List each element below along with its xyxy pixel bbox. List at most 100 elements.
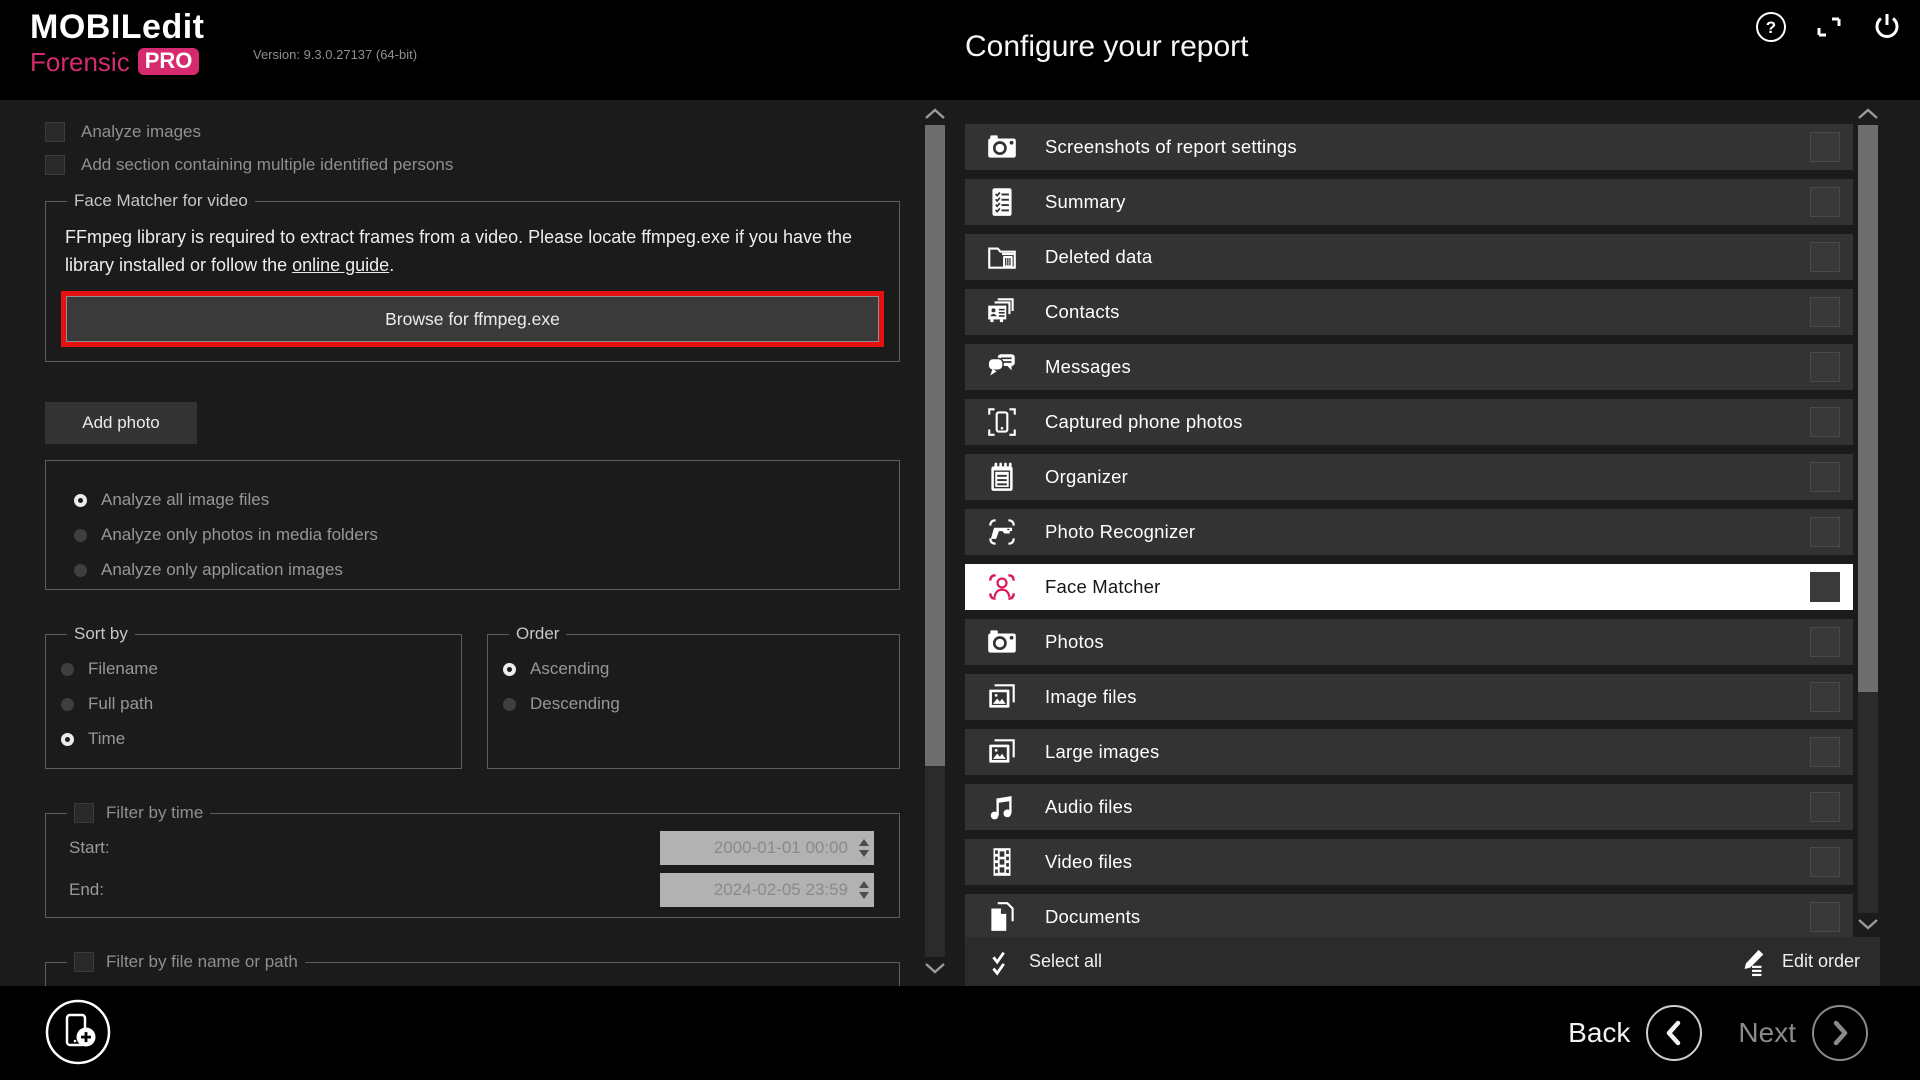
next-button[interactable]: Next <box>1738 1005 1868 1061</box>
help-icon[interactable]: ? <box>1754 10 1788 44</box>
section-checkbox[interactable] <box>1810 682 1840 712</box>
analyze-images-checkbox[interactable] <box>45 122 65 142</box>
section-label: Audio files <box>1045 796 1133 818</box>
mobiledit-window: MOBILedit Forensic PRO Version: 9.3.0.27… <box>0 0 1920 1080</box>
radio-descending[interactable]: Descending <box>503 694 884 714</box>
end-date-spinner[interactable] <box>857 873 871 907</box>
deleted-folder-icon <box>985 240 1019 274</box>
section-checkbox[interactable] <box>1810 737 1840 767</box>
logo-forensic: Forensic <box>30 49 130 75</box>
report-section-row-documents[interactable]: Documents <box>965 894 1853 938</box>
report-section-row-large-images[interactable]: Large images <box>965 729 1853 775</box>
picture-icon <box>985 680 1019 714</box>
report-section-row-photos[interactable]: Photos <box>965 619 1853 665</box>
left-panel: Analyze images Add section containing mu… <box>45 120 900 986</box>
section-checkbox[interactable] <box>1810 902 1840 932</box>
contact-card-icon <box>985 295 1019 329</box>
add-section-checkbox[interactable] <box>45 155 65 175</box>
report-section-row-photo-recognizer[interactable]: Photo Recognizer <box>965 509 1853 555</box>
music-note-icon <box>985 790 1019 824</box>
radio-dot-icon <box>61 698 74 711</box>
start-date-spinner[interactable] <box>857 831 871 865</box>
section-checkbox[interactable] <box>1810 407 1840 437</box>
phone-capture-icon <box>985 405 1019 439</box>
report-section-row-messages[interactable]: Messages <box>965 344 1853 390</box>
section-label: Messages <box>1045 356 1131 378</box>
browse-ffmpeg-button[interactable]: Browse for ffmpeg.exe <box>66 296 879 342</box>
edit-order-button[interactable]: Edit order <box>1738 947 1860 977</box>
section-label: Photos <box>1045 631 1104 653</box>
section-checkbox[interactable] <box>1810 187 1840 217</box>
power-icon[interactable] <box>1870 10 1904 44</box>
left-panel-scrollbar[interactable] <box>922 105 948 977</box>
section-label: Captured phone photos <box>1045 411 1243 433</box>
section-label: Image files <box>1045 686 1137 708</box>
radio-label: Filename <box>88 659 158 679</box>
report-section-row-captured-phone-photos[interactable]: Captured phone photos <box>965 399 1853 445</box>
section-checkbox[interactable] <box>1810 792 1840 822</box>
report-section-row-organizer[interactable]: Organizer <box>965 454 1853 500</box>
add-phone-icon[interactable] <box>44 998 112 1066</box>
section-label: Summary <box>1045 191 1126 213</box>
add-section-label: Add section containing multiple identifi… <box>81 155 453 175</box>
select-all-button[interactable]: Select all <box>985 947 1102 977</box>
section-checkbox[interactable] <box>1810 517 1840 547</box>
back-button[interactable]: Back <box>1568 1005 1702 1061</box>
radio-filename[interactable]: Filename <box>61 659 446 679</box>
scroll-down-icon[interactable] <box>922 959 948 977</box>
scroll-up-icon[interactable] <box>1855 105 1881 123</box>
section-checkbox[interactable] <box>1810 352 1840 382</box>
sort-by-legend: Sort by <box>67 624 135 644</box>
filter-by-name-checkbox[interactable] <box>74 952 94 972</box>
sections-scrollbar[interactable] <box>1855 105 1881 933</box>
ffmpeg-description: FFmpeg library is required to extract fr… <box>65 223 877 279</box>
report-section-row-contacts[interactable]: Contacts <box>965 289 1853 335</box>
scroll-up-icon[interactable] <box>922 105 948 123</box>
report-section-row-audio-files[interactable]: Audio files <box>965 784 1853 830</box>
report-section-row-face-matcher[interactable]: Face Matcher <box>965 564 1853 610</box>
radio-label: Time <box>88 729 125 749</box>
scroll-down-icon[interactable] <box>1855 915 1881 933</box>
section-checkbox[interactable] <box>1810 132 1840 162</box>
add-section-checkbox-row[interactable]: Add section containing multiple identifi… <box>45 153 900 177</box>
filter-by-time-checkbox[interactable] <box>74 803 94 823</box>
report-section-row-image-files[interactable]: Image files <box>965 674 1853 720</box>
section-checkbox[interactable] <box>1810 847 1840 877</box>
start-date-value: 2000-01-01 00:00 <box>714 838 848 857</box>
section-label: Video files <box>1045 851 1132 873</box>
end-label: End: <box>69 880 104 900</box>
start-date-input[interactable]: 2000-01-01 00:00 <box>660 831 874 865</box>
report-section-row-summary[interactable]: Summary <box>965 179 1853 225</box>
logo-pro-badge: PRO <box>138 48 200 75</box>
add-photo-button[interactable]: Add photo <box>45 402 197 444</box>
analyze-images-checkbox-row[interactable]: Analyze images <box>45 120 900 144</box>
online-guide-link[interactable]: online guide <box>292 255 389 275</box>
section-checkbox[interactable] <box>1810 572 1840 602</box>
radio-analyze-only-photos-in-media-folders[interactable]: Analyze only photos in media folders <box>74 525 871 545</box>
report-section-row-screenshots-of-report-settings[interactable]: Screenshots of report settings <box>965 124 1853 170</box>
page-title: Configure your report <box>965 30 1248 64</box>
radio-analyze-all-image-files[interactable]: Analyze all image files <box>74 490 871 510</box>
sections-scrollbar-track[interactable] <box>1858 125 1878 913</box>
end-date-input[interactable]: 2024-02-05 23:59 <box>660 873 874 907</box>
left-scrollbar-thumb[interactable] <box>925 125 945 766</box>
radio-time[interactable]: Time <box>61 729 446 749</box>
logo-mobiledit: MOBILedit <box>30 10 204 44</box>
radio-analyze-only-application-images[interactable]: Analyze only application images <box>74 560 871 580</box>
section-checkbox[interactable] <box>1810 297 1840 327</box>
sections-scrollbar-thumb[interactable] <box>1858 125 1878 692</box>
end-date-value: 2024-02-05 23:59 <box>714 880 848 899</box>
edit-order-label: Edit order <box>1782 951 1860 972</box>
section-checkbox[interactable] <box>1810 462 1840 492</box>
restore-window-icon[interactable] <box>1812 10 1846 44</box>
report-section-row-video-files[interactable]: Video files <box>965 839 1853 885</box>
section-checkbox[interactable] <box>1810 627 1840 657</box>
section-checkbox[interactable] <box>1810 242 1840 272</box>
film-strip-icon <box>985 845 1019 879</box>
radio-label: Analyze only application images <box>101 560 343 580</box>
left-scrollbar-track[interactable] <box>925 125 945 957</box>
radio-full-path[interactable]: Full path <box>61 694 446 714</box>
radio-dot-icon <box>503 663 516 676</box>
report-section-row-deleted-data[interactable]: Deleted data <box>965 234 1853 280</box>
radio-ascending[interactable]: Ascending <box>503 659 884 679</box>
